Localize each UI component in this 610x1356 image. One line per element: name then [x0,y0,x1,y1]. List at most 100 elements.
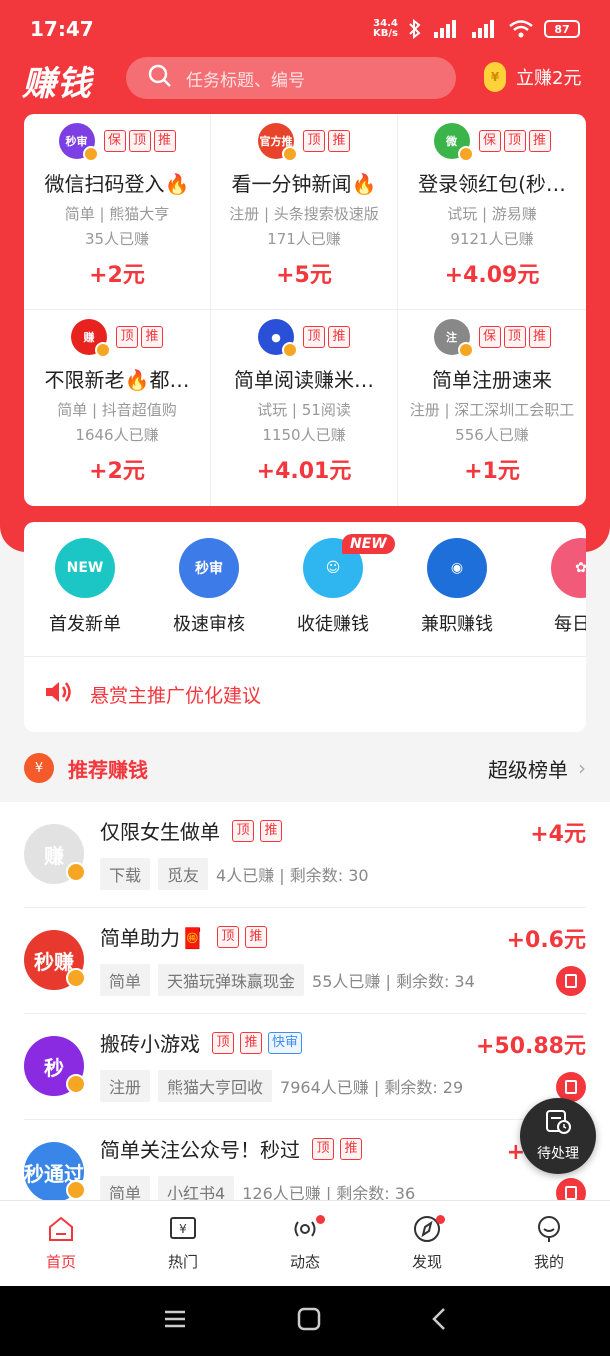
nav-home[interactable]: 首页 [0,1201,122,1286]
system-navigation-bar [0,1286,610,1356]
task-icon-text: 微 [446,135,457,148]
network-speed: 34.4 KB/s [373,19,398,39]
task-tag: 顶 [312,1137,334,1160]
nav-mine[interactable]: 我的 [488,1201,610,1286]
category-icon-text: 秒审 [195,561,223,577]
featured-task-card[interactable]: 官方推 顶推 看一分钟新闻🔥 注册 | 头条搜索极速版 171人已赚 +5元 [211,114,398,310]
category-item[interactable]: 秒审 极速审核 [154,538,264,636]
super-ranking-link[interactable]: 超级榜单 › [488,754,586,783]
featured-task-card[interactable]: 秒审 保顶推 微信扫码登入🔥 简单 | 熊猫大亨 35人已赚 +2元 [24,114,211,310]
task-title: 仅限女生做单 [100,820,220,844]
task-row[interactable]: 赚 仅限女生做单顶推 下载 觅友 4人已赚 | 剩余数: 30 +4元 [24,802,586,908]
task-row[interactable]: 秒 搬砖小游戏顶推快审 注册 熊猫大亨回收 7964人已赚 | 剩余数: 29 +5… [24,1014,586,1120]
category-icon-text: NEW [66,560,104,576]
task-row[interactable]: 秒赚 简单助力🧧 顶推 简单 天猫玩弹珠赢现金 55人已赚 | 剩余数: 34 +0.… [24,908,586,1014]
task-reward: +4.01元 [256,459,352,484]
task-tag: 推 [244,925,267,948]
task-tag: 顶 [303,130,325,152]
svg-text:¥: ¥ [179,1222,187,1236]
task-stats: 4人已赚 | 剩余数: 30 [216,866,369,885]
menu-icon[interactable] [163,1309,187,1333]
category-item[interactable]: ✿ 每日签 [526,538,586,636]
nav-discover[interactable]: 发现 [366,1201,488,1286]
crown-icon [282,146,298,162]
featured-task-header: 秒审 保顶推 [24,114,210,162]
task-avatar-text: 赚 [44,843,64,868]
status-time: 17:47 [30,17,94,41]
featured-task-card[interactable]: ● 顶推 简单阅读赚米… 试玩 | 51阅读 1150人已赚 +4.01元 [211,310,398,506]
fast-review-tag: 快审 [268,1031,303,1054]
nav-hot[interactable]: ¥ 热门 [122,1201,244,1286]
crown-icon [82,146,99,162]
home-square-icon[interactable] [297,1307,321,1335]
nav-label: 发现 [411,1253,442,1271]
category-row: ✿ 每日签 ◉ 兼职赚钱 ☺ 收徒赚钱 秒审 极速审核 NEW 首发新单 NEW [24,522,586,656]
featured-task-header: 赚 顶推 [24,310,210,358]
task-meta: 注册 熊猫大亨回收 7964人已赚 | 剩余数: 29 [100,1070,463,1102]
redbag-icon[interactable] [556,1178,586,1200]
broadcast-icon [244,1213,366,1245]
earn-now-button[interactable]: ¥ 立赚2元 [484,62,581,92]
task-list: 赚 仅限女生做单顶推 下载 觅友 4人已赚 | 剩余数: 30 +4元 秒赚 简单助… [0,802,610,1200]
category-icon-text: ☺ [325,560,341,576]
task-icon-text: 注 [446,331,457,344]
featured-task-card[interactable]: 注 保顶推 简单注册速来 注册 | 深工深圳工会职工 556人已赚 +1元 [398,310,586,506]
back-icon[interactable] [431,1307,447,1335]
crown-icon [66,968,86,988]
task-earned-count: 35人已赚 [84,230,150,248]
task-title-line: 简单助力🧧 顶推 [100,922,267,951]
task-row[interactable]: 秒通过 简单关注公众号！秒过顶推 简单 小红书4 126人已赚 | 剩余数: 36 … [24,1120,586,1200]
task-icon: 官方推 [258,123,298,162]
task-title-line: 简单关注公众号！秒过顶推 [100,1134,362,1163]
task-chip: 小红书4 [158,1176,235,1200]
notification-dot [316,1215,325,1224]
bluetooth-icon [408,19,422,39]
category-icon: 秒审 [179,538,239,598]
new-badge: NEW [342,534,395,554]
task-avatar: 赚 [24,824,86,884]
search-bar[interactable]: 任务标题、编号 [126,57,456,99]
task-avatar: 秒赚 [24,930,86,990]
search-icon [148,64,186,92]
app-logo: 赚钱 [22,64,92,104]
task-subtitle: 注册 | 深工深圳工会职工 [409,401,575,419]
featured-task-header: ● 顶推 [211,310,397,358]
task-icon-text: 秒审 [65,135,88,148]
task-title: 搬砖小游戏 [100,1032,200,1056]
redbag-icon[interactable] [556,966,586,996]
pending-button[interactable]: 待处理 [520,1098,596,1174]
task-tag: 推 [528,326,551,348]
task-stats: 55人已赚 | 剩余数: 34 [312,972,475,991]
task-icon-text: ● [271,330,281,344]
featured-task-card[interactable]: 赚 顶推 不限新老🔥都… 简单 | 抖音超值购 1646人已赚 +2元 [24,310,211,506]
task-tag: 推 [141,326,163,348]
task-earned-count: 1646人已赚 [75,426,159,444]
nav-activity[interactable]: 动态 [244,1201,366,1286]
task-title: 简单阅读赚米… [234,368,374,392]
top-bar: 赚钱 任务标题、编号 ¥ 立赚2元 [0,56,610,104]
clipboard-clock-icon [544,1109,572,1139]
task-tag: 推 [328,326,350,348]
category-item[interactable]: ◉ 兼职赚钱 [402,538,512,636]
task-meta: 下载 觅友 4人已赚 | 剩余数: 30 [100,858,369,890]
task-chip: 熊猫大亨回收 [158,1070,273,1102]
crown-icon [457,342,474,358]
featured-task-card[interactable]: 微 保顶推 登录领红包(秒… 试玩 | 游易赚 9121人已赚 +4.09元 [398,114,586,310]
wifi-icon [508,19,534,39]
task-tag: 推 [328,130,350,152]
featured-tasks-grid: 秒审 保顶推 微信扫码登入🔥 简单 | 熊猫大亨 35人已赚 +2元 官方推 顶… [24,114,586,506]
task-subtitle: 简单 | 熊猫大亨 [64,205,170,223]
task-chip: 注册 [100,1070,151,1102]
battery-icon: 87 [544,20,580,38]
category-icon-text: ✿ [575,560,586,576]
task-subtitle: 试玩 | 游易赚 [447,205,537,223]
notice-bar[interactable]: 悬赏主推广优化建议 [24,657,586,731]
task-subtitle: 注册 | 头条搜索极速版 [229,205,379,223]
task-subtitle: 试玩 | 51阅读 [257,401,351,419]
category-item[interactable]: NEW 首发新单 [30,538,140,636]
task-tag: 顶 [232,819,254,842]
category-label: 兼职赚钱 [421,614,493,635]
crown-icon [457,146,474,162]
user-icon [488,1213,610,1245]
status-bar: 17:47 34.4 KB/s 87 [0,0,610,58]
